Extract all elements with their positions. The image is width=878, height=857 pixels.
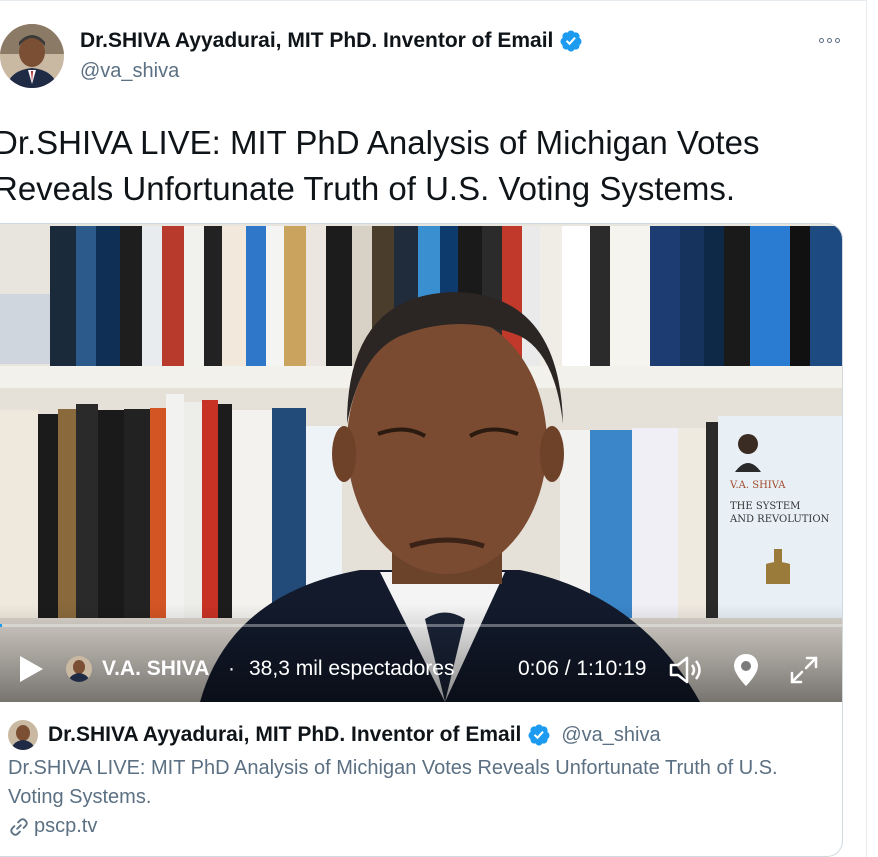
video-controls: V.A. SHIVA · 38,3 mil espectadores 0:06 … [0, 644, 842, 699]
location-pin-icon[interactable] [732, 653, 760, 687]
separator-dot: · [228, 657, 235, 680]
playback-time: 0:06 / 1:10:19 [518, 657, 647, 680]
broadcaster-name[interactable]: V.A. SHIVA [102, 657, 209, 681]
viewer-count: 38,3 mil espectadores [249, 657, 455, 680]
card-link[interactable]: pscp.tv [8, 815, 97, 838]
svg-text:THE SYSTEM: THE SYSTEM [730, 501, 800, 512]
video-progress-bar[interactable] [0, 624, 842, 627]
video-progress-fill [0, 624, 2, 627]
more-options-icon[interactable] [812, 30, 846, 50]
author-avatar[interactable] [0, 24, 64, 88]
broadcaster-avatar[interactable] [66, 656, 92, 682]
author-name[interactable]: Dr.SHIVA Ayyadurai, MIT PhD. Inventor of… [80, 29, 553, 53]
card-author-avatar[interactable] [8, 720, 38, 750]
author-name-row: Dr.SHIVA Ayyadurai, MIT PhD. Inventor of… [80, 29, 583, 53]
link-icon [10, 817, 28, 836]
tweet-container: Dr.SHIVA Ayyadurai, MIT PhD. Inventor of… [0, 0, 867, 857]
top-divider [0, 0, 866, 1]
author-handle[interactable]: @va_shiva [80, 60, 179, 83]
card-author-row: Dr.SHIVA Ayyadurai, MIT PhD. Inventor of… [8, 720, 661, 750]
verified-badge-icon [560, 30, 582, 52]
svg-text:AND REVOLUTION: AND REVOLUTION [729, 514, 830, 525]
video-player[interactable]: V.A. SHIVA THE SYSTEM AND REVOLUTION V.A… [0, 224, 842, 702]
fullscreen-icon[interactable] [789, 655, 819, 685]
play-icon[interactable] [16, 654, 46, 684]
tweet-text: Dr.SHIVA LIVE: MIT PhD Analysis of Michi… [0, 124, 760, 207]
media-card[interactable]: V.A. SHIVA THE SYSTEM AND REVOLUTION V.A… [0, 223, 843, 857]
volume-icon[interactable] [668, 654, 704, 686]
card-domain: pscp.tv [34, 815, 98, 837]
card-description: Dr.SHIVA LIVE: MIT PhD Analysis of Michi… [8, 757, 778, 808]
card-author-name[interactable]: Dr.SHIVA Ayyadurai, MIT PhD. Inventor of… [48, 723, 521, 747]
card-author-handle[interactable]: @va_shiva [561, 724, 660, 747]
verified-badge-icon [528, 724, 550, 746]
svg-text:V.A. SHIVA: V.A. SHIVA [729, 480, 786, 491]
video-frame: V.A. SHIVA THE SYSTEM AND REVOLUTION [0, 224, 842, 702]
